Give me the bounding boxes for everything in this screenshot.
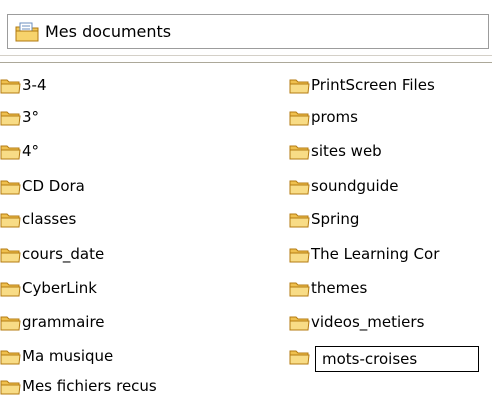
folder-label: CyberLink — [22, 279, 97, 297]
folder-label: sites web — [311, 142, 382, 160]
folder-icon — [0, 178, 22, 196]
folder-icon — [0, 211, 22, 229]
folder-label: 4° — [22, 142, 40, 160]
folder-icon — [0, 143, 22, 161]
folder-icon — [0, 280, 22, 298]
folder-icon — [289, 109, 311, 127]
folder-label: grammaire — [22, 313, 105, 331]
folder-label: PrintScreen Files — [311, 76, 435, 94]
folder-label: videos_metiers — [311, 313, 425, 331]
folder-label: proms — [311, 108, 358, 126]
folder-icon — [289, 314, 311, 332]
folder-icon — [289, 348, 311, 366]
folder-icon — [289, 280, 311, 298]
folder-label: soundguide — [311, 177, 399, 195]
folder-label: classes — [22, 210, 77, 228]
folder-list: 3-4 3° 4° CD Dora classes cours_date CyberLink… — [0, 0, 492, 407]
folder-icon — [0, 77, 22, 95]
folder-label: The Learning Cor — [311, 245, 440, 263]
folder-icon — [289, 211, 311, 229]
folder-label: 3-4 — [22, 76, 47, 94]
folder-label: CD Dora — [22, 177, 85, 195]
folder-label: Mes fichiers recus — [22, 377, 157, 395]
folder-icon — [0, 109, 22, 127]
folder-label: 3° — [22, 108, 40, 126]
folder-icon — [289, 143, 311, 161]
folder-icon — [0, 348, 22, 366]
folder-label: Ma musique — [22, 347, 114, 365]
folder-label: themes — [311, 279, 368, 297]
rename-input[interactable] — [315, 346, 479, 372]
folder-label: Spring — [311, 210, 360, 228]
folder-icon — [289, 246, 311, 264]
folder-label: cours_date — [22, 245, 105, 263]
folder-icon — [0, 246, 22, 264]
folder-icon — [0, 378, 22, 396]
folder-icon — [289, 77, 311, 95]
folder-icon — [0, 314, 22, 332]
folder-icon — [289, 178, 311, 196]
